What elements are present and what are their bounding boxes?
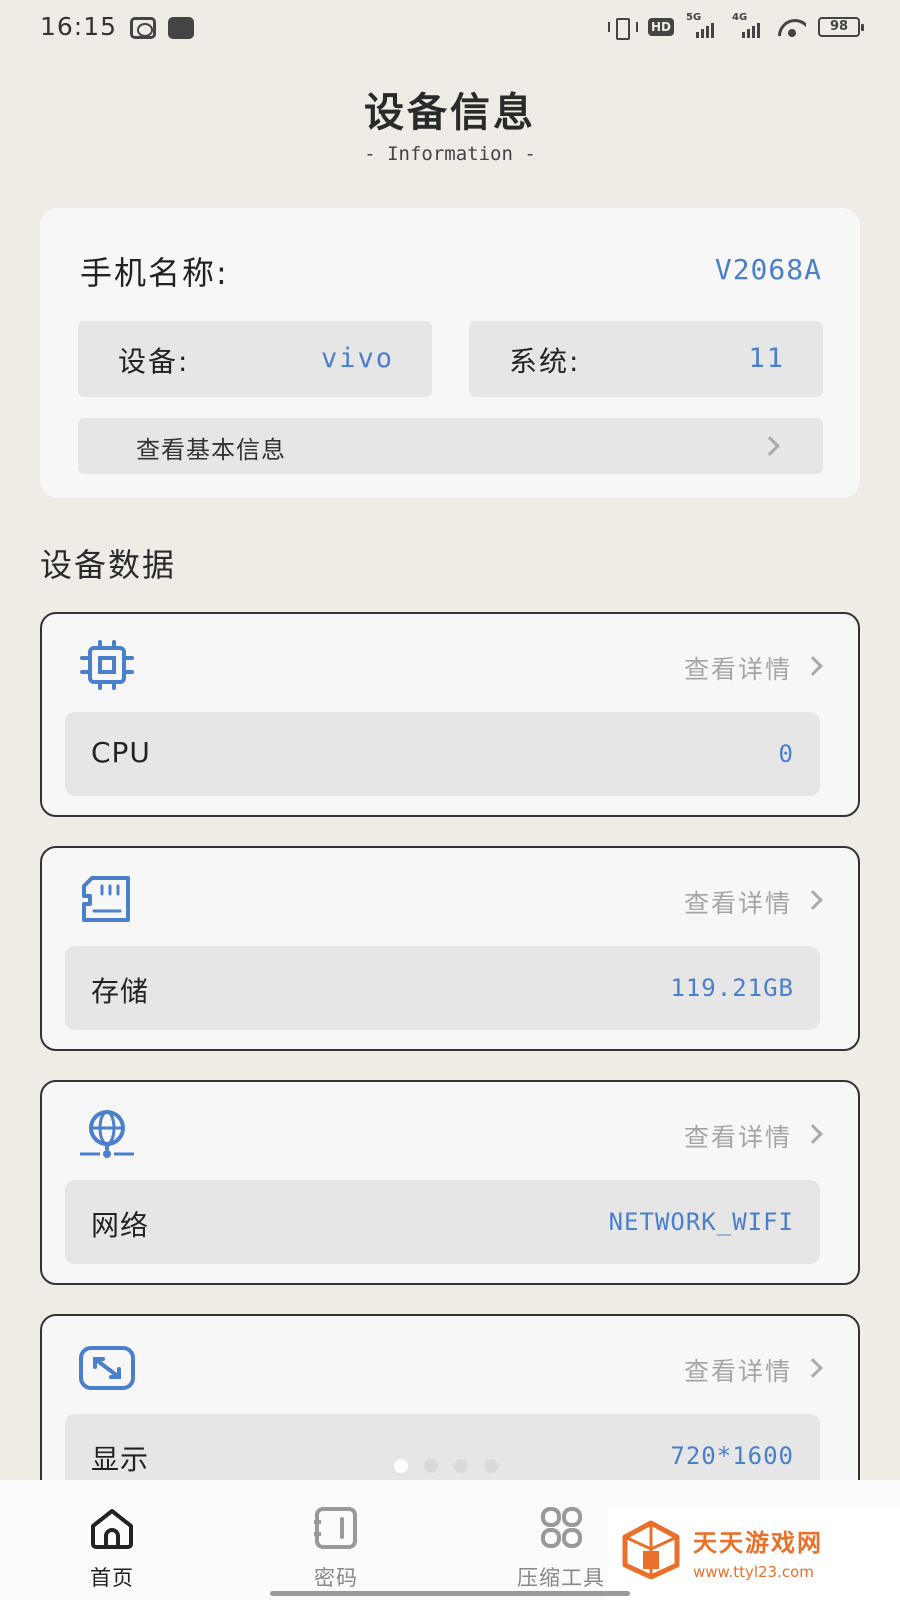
cpu-card[interactable]: 查看详情 CPU 0 xyxy=(40,612,860,817)
phone-name-label: 手机名称: xyxy=(80,254,229,292)
page-indicator xyxy=(394,1459,498,1473)
phone-name-value: V2068A xyxy=(714,253,822,286)
system-version-label: 系统: xyxy=(509,345,581,378)
network-value: NETWORK_WIFI xyxy=(608,1208,794,1236)
view-details-link[interactable]: 查看详情 xyxy=(684,884,792,920)
status-time: 16:15 xyxy=(40,12,118,41)
device-brand-label: 设备: xyxy=(118,345,190,378)
page-dot xyxy=(454,1459,468,1473)
watermark-name: 天天游戏网 xyxy=(693,1529,823,1557)
chevron-right-icon xyxy=(803,1358,823,1378)
page-dot xyxy=(484,1459,498,1473)
home-indicator[interactable] xyxy=(270,1591,630,1596)
chevron-right-icon xyxy=(803,890,823,910)
display-label: 显示 xyxy=(91,1443,150,1476)
view-details-link[interactable]: 查看详情 xyxy=(684,1118,792,1154)
storage-label: 存储 xyxy=(91,975,150,1008)
cpu-label: CPU xyxy=(91,736,151,769)
chevron-right-icon xyxy=(760,436,780,456)
sd-card-icon xyxy=(82,876,130,922)
device-info-card: 手机名称: V2068A 设备: vivo 系统: 11 查看基本信息 xyxy=(40,208,860,498)
status-icons: HD 5G 4G 98 xyxy=(606,12,864,40)
storage-row: 存储 119.21GB xyxy=(65,946,820,1030)
page-dot xyxy=(394,1459,408,1473)
system-version-value: 11 xyxy=(748,343,785,374)
chevron-right-icon xyxy=(803,1124,823,1144)
display-value: 720*1600 xyxy=(670,1442,794,1470)
cpu-value: 0 xyxy=(778,740,794,768)
system-version-chip: 系统: 11 xyxy=(469,321,823,397)
globe-network-icon xyxy=(80,1110,134,1158)
network-card[interactable]: 查看详情 网络 NETWORK_WIFI xyxy=(40,1080,860,1285)
view-basic-info-label: 查看基本信息 xyxy=(136,436,286,464)
notification-app-icon xyxy=(130,17,156,39)
vibrate-icon xyxy=(606,17,638,40)
hd-icon: HD xyxy=(647,18,674,36)
network-label: 网络 xyxy=(91,1209,150,1242)
cpu-chip-icon xyxy=(80,640,134,690)
signal-4g-icon: 4G xyxy=(732,12,766,38)
nav-home[interactable]: 首页 xyxy=(32,1480,192,1600)
screen-resize-icon xyxy=(79,1346,135,1390)
network-row: 网络 NETWORK_WIFI xyxy=(65,1180,820,1264)
nav-home-label: 首页 xyxy=(90,1566,134,1590)
view-details-link[interactable]: 查看详情 xyxy=(684,1352,792,1388)
battery-icon: 98 xyxy=(818,17,864,37)
device-brand-value: vivo xyxy=(320,343,394,374)
watermark-logo-icon xyxy=(622,1520,680,1579)
watermark-url: www.ttyl23.com xyxy=(693,1563,814,1581)
status-bar: 16:15 HD 5G 4G 98 xyxy=(0,0,900,56)
page-dot xyxy=(424,1459,438,1473)
grid-icon xyxy=(541,1507,582,1548)
password-icon xyxy=(314,1507,357,1549)
page-subtitle: - Information - xyxy=(364,143,536,165)
nav-password-label: 密码 xyxy=(314,1566,358,1590)
notification-square-icon xyxy=(168,17,194,39)
signal-5g-icon: 5G xyxy=(686,12,720,38)
device-brand-chip: 设备: vivo xyxy=(78,321,432,397)
watermark: 天天游戏网 www.ttyl23.com xyxy=(607,1505,900,1600)
view-basic-info-button[interactable]: 查看基本信息 xyxy=(78,418,823,474)
view-details-link[interactable]: 查看详情 xyxy=(684,650,792,686)
nav-password[interactable]: 密码 xyxy=(256,1480,416,1600)
device-data-section-title: 设备数据 xyxy=(40,546,177,584)
storage-value: 119.21GB xyxy=(670,974,794,1002)
chevron-right-icon xyxy=(803,656,823,676)
storage-card[interactable]: 查看详情 存储 119.21GB xyxy=(40,846,860,1051)
cpu-row: CPU 0 xyxy=(65,712,820,796)
wifi-icon xyxy=(778,17,806,37)
page-title: 设备信息 xyxy=(364,90,536,136)
home-icon xyxy=(91,1509,133,1549)
